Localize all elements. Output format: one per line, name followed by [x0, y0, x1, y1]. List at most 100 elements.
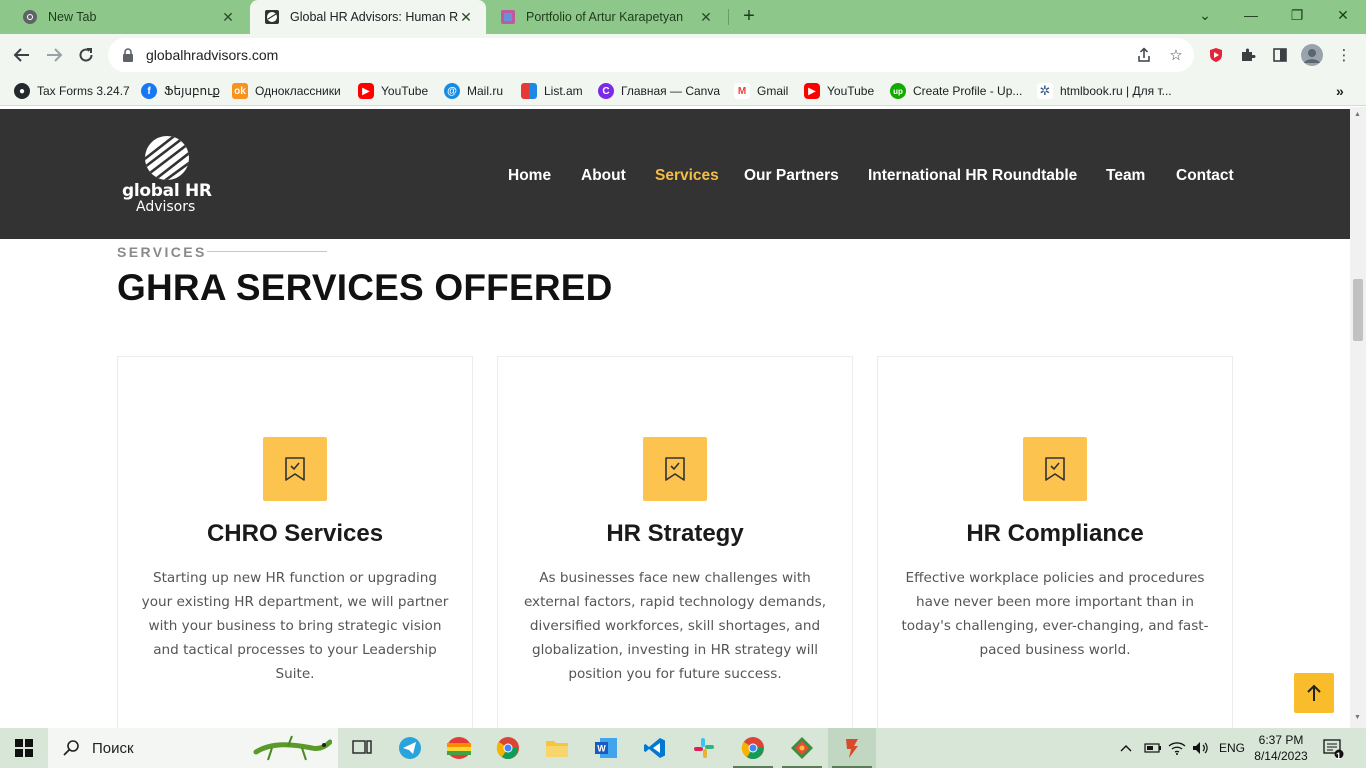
github-icon: ●	[14, 83, 30, 99]
bookmark-item[interactable]: C Главная — Canva	[598, 81, 720, 101]
gitkraken-icon[interactable]	[778, 728, 826, 768]
bookmark-label: Одноклассники	[255, 84, 341, 98]
site-logo[interactable]: global HR Advisors	[120, 135, 216, 219]
bookmark-item[interactable]: List.am	[521, 81, 583, 101]
service-card-hr-strategy[interactable]: HR Strategy As businesses face new chall…	[497, 356, 853, 728]
scroll-down-arrow-icon[interactable]: ▼	[1354, 714, 1361, 721]
extensions-puzzle-icon[interactable]	[1236, 43, 1260, 67]
restore-button[interactable]: ❐	[1274, 0, 1320, 30]
service-card-title: CHRO Services	[206, 520, 384, 547]
bookmark-label: Create Profile - Up...	[913, 84, 1023, 98]
tab-new-tab[interactable]: New Tab ✕	[8, 0, 248, 34]
clock-time: 6:37 PM	[1258, 733, 1304, 747]
tab-title: Portfolio of Artur Karapetyan	[526, 10, 684, 24]
close-window-button[interactable]: ✕	[1320, 0, 1366, 30]
close-tab-icon[interactable]: ✕	[458, 9, 474, 26]
close-tab-icon[interactable]: ✕	[698, 9, 714, 26]
portfolio-icon	[501, 10, 515, 24]
nav-our-partners[interactable]: Our Partners	[744, 167, 839, 185]
language-indicator[interactable]: ENG	[1219, 728, 1245, 768]
minimize-button[interactable]: —	[1228, 0, 1274, 30]
wifi-icon[interactable]	[1168, 728, 1186, 768]
nav-contact[interactable]: Contact	[1176, 167, 1234, 185]
nav-international-hr-roundtable[interactable]: International HR Roundtable	[868, 167, 1077, 185]
start-button[interactable]	[0, 728, 48, 768]
service-card-text: Effective workplace policies and procedu…	[901, 570, 1209, 658]
tab-search-icon[interactable]: ⌄	[1182, 0, 1228, 30]
scroll-to-top-button[interactable]	[1294, 673, 1334, 713]
close-tab-icon[interactable]: ✕	[220, 9, 236, 26]
battery-icon[interactable]	[1144, 728, 1162, 768]
vscode-icon[interactable]	[631, 728, 679, 768]
forward-button[interactable]	[40, 41, 68, 69]
taskbar-clock[interactable]: 6:37 PM 8/14/2023	[1250, 732, 1312, 764]
tab-strip: New Tab ✕ Global HR Advisors: Human Reso…	[0, 0, 1366, 34]
chrome-menu-icon[interactable]: ⋮	[1332, 43, 1356, 67]
bookmark-star-icon[interactable]: ☆	[1164, 43, 1188, 67]
back-button[interactable]	[8, 41, 36, 69]
app-pinned-icon[interactable]	[828, 728, 876, 768]
nav-services[interactable]: Services	[655, 167, 719, 185]
tab-separator	[728, 9, 729, 25]
telegram-icon[interactable]	[386, 728, 434, 768]
bookmark-label: Mail.ru	[467, 84, 504, 98]
chrome-icon	[23, 10, 37, 24]
browser-toolbar: globalhradvisors.com ☆ ⋮	[0, 34, 1366, 76]
bookmarks-bar: ● Tax Forms 3.24.7 f Ֆեյսբուք ok Однокла…	[0, 76, 1366, 106]
reload-button[interactable]	[72, 41, 100, 69]
chrome-taskbar-icon[interactable]	[484, 728, 532, 768]
svg-text:W: W	[597, 744, 606, 754]
tab-portfolio[interactable]: Portfolio of Artur Karapetyan ✕	[486, 0, 726, 34]
new-tab-button[interactable]: +	[737, 5, 761, 29]
more-bookmarks-icon[interactable]: »	[1336, 81, 1344, 101]
bookmark-item[interactable]: ok Одноклассники	[232, 81, 341, 101]
page-scrollbar[interactable]: ▲ ▼	[1350, 107, 1366, 728]
windows-taskbar: Поиск W ENG 6:37 PM 8/14/2023 1	[0, 728, 1366, 768]
bookmark-item[interactable]: ▶ YouTube	[358, 81, 428, 101]
logo-globe-icon	[145, 136, 189, 180]
bookmark-item[interactable]: ● Tax Forms 3.24.7	[14, 81, 130, 101]
nav-home[interactable]: Home	[508, 167, 551, 185]
logo-text-line1: global HR	[122, 181, 212, 201]
task-view-icon[interactable]	[338, 728, 386, 768]
lgbt-app-icon[interactable]	[435, 728, 483, 768]
address-bar[interactable]: globalhradvisors.com	[108, 38, 1194, 72]
share-icon[interactable]	[1132, 43, 1156, 67]
profile-avatar[interactable]	[1300, 43, 1324, 67]
clock-date: 8/14/2023	[1254, 749, 1308, 763]
extension-shield-icon[interactable]	[1204, 43, 1228, 67]
bookmark-item[interactable]: ✲ htmlbook.ru | Для т...	[1037, 81, 1172, 101]
word-icon[interactable]: W	[582, 728, 630, 768]
bookmark-item[interactable]: f Ֆեյսբուք	[141, 81, 220, 101]
search-icon	[63, 740, 79, 756]
scroll-up-arrow-icon[interactable]: ▲	[1354, 111, 1361, 118]
upwork-icon: up	[890, 83, 906, 99]
bookmark-item[interactable]: M Gmail	[734, 81, 788, 101]
nav-about[interactable]: About	[581, 167, 626, 185]
chrome-active-icon[interactable]	[729, 728, 777, 768]
file-explorer-icon[interactable]	[533, 728, 581, 768]
search-placeholder: Поиск	[92, 739, 134, 757]
bookmark-item[interactable]: ▶ YouTube	[804, 81, 874, 101]
taskbar-search[interactable]: Поиск	[48, 728, 338, 768]
bookmark-item[interactable]: @ Mail.ru	[444, 81, 503, 101]
canva-icon: C	[598, 83, 614, 99]
service-card-hr-compliance[interactable]: HR Compliance Effective workplace polici…	[877, 356, 1233, 728]
slack-icon[interactable]	[680, 728, 728, 768]
service-card-chro[interactable]: CHRO Services Starting up new HR functio…	[117, 356, 473, 728]
htmlbook-icon: ✲	[1037, 83, 1053, 99]
logo-text-line2: Advisors	[136, 199, 196, 215]
eyebrow-divider	[207, 251, 327, 252]
tab-global-hr[interactable]: Global HR Advisors: Human Reso ✕	[250, 0, 486, 34]
scrollbar-thumb[interactable]	[1353, 279, 1363, 341]
arrow-up-icon	[1307, 684, 1321, 701]
bookmark-item[interactable]: up Create Profile - Up...	[890, 81, 1022, 101]
notification-center[interactable]: 1	[1322, 728, 1344, 768]
side-panel-icon[interactable]	[1268, 43, 1292, 67]
facebook-icon: f	[141, 83, 157, 99]
site-header: global HR Advisors Home About Services O…	[0, 109, 1350, 239]
site-icon	[265, 10, 279, 24]
volume-icon[interactable]	[1192, 728, 1210, 768]
show-hidden-icons[interactable]	[1120, 728, 1132, 768]
nav-team[interactable]: Team	[1106, 167, 1145, 185]
